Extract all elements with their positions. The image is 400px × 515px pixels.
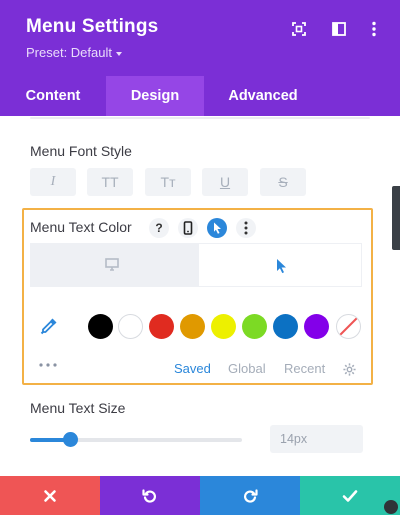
- undo-icon: [142, 488, 156, 503]
- color-swatch-red[interactable]: [149, 314, 174, 339]
- redo-icon: [244, 488, 258, 503]
- resize-corner-icon[interactable]: [384, 500, 398, 514]
- color-swatch-black[interactable]: [88, 314, 113, 339]
- help-icon[interactable]: ?: [149, 218, 169, 238]
- underline-button[interactable]: U: [202, 168, 248, 196]
- text-color-label: Menu Text Color: [30, 219, 132, 235]
- uppercase-icon: TT: [101, 174, 119, 190]
- more-options-icon[interactable]: [236, 218, 256, 238]
- settings-header: Menu Settings Preset: Default: [0, 0, 400, 76]
- italic-icon: I: [50, 174, 56, 189]
- font-style-label: Menu Font Style: [30, 143, 132, 159]
- tab-saved-colors[interactable]: Saved: [174, 361, 211, 376]
- expand-icon[interactable]: [290, 20, 308, 38]
- gear-icon[interactable]: [342, 362, 357, 377]
- color-swatch-blue[interactable]: [273, 314, 298, 339]
- modal-title: Menu Settings: [26, 16, 159, 37]
- preset-dropdown[interactable]: Preset: Default: [26, 45, 122, 60]
- caret-down-icon: [116, 51, 122, 56]
- eyedropper-icon[interactable]: [38, 315, 60, 337]
- mobile-icon[interactable]: [178, 218, 198, 238]
- hover-cursor-icon: [277, 259, 286, 274]
- uppercase-button[interactable]: TT: [87, 168, 133, 196]
- redo-button[interactable]: [200, 476, 300, 515]
- underline-icon: U: [219, 174, 231, 190]
- tab-advanced[interactable]: Advanced: [204, 76, 322, 116]
- text-size-slider[interactable]: [30, 438, 242, 442]
- text-size-input[interactable]: [270, 425, 363, 453]
- hover-cursor-icon[interactable]: [207, 218, 227, 238]
- undo-button[interactable]: [100, 476, 200, 515]
- capitalize-button[interactable]: Tт: [145, 168, 191, 196]
- close-icon: [44, 489, 56, 502]
- tab-global-colors[interactable]: Global: [228, 361, 266, 376]
- tab-content[interactable]: Content: [0, 76, 106, 116]
- tab-bar: Content Design Advanced: [0, 76, 400, 116]
- color-swatch-white[interactable]: [118, 314, 143, 339]
- more-horizontal-icon[interactable]: [38, 362, 58, 368]
- no-color-swatch[interactable]: [336, 314, 361, 339]
- split-view-icon[interactable]: [330, 20, 348, 38]
- color-swatch-purple[interactable]: [304, 314, 329, 339]
- capitalize-icon: Tт: [160, 174, 176, 190]
- strikethrough-icon: S: [278, 174, 288, 190]
- desktop-state-tab[interactable]: [30, 243, 196, 287]
- section-divider: [30, 117, 370, 119]
- slider-handle[interactable]: [62, 432, 78, 447]
- more-vertical-icon[interactable]: [365, 20, 383, 38]
- strikethrough-button[interactable]: S: [260, 168, 306, 196]
- text-size-label: Menu Text Size: [30, 400, 126, 416]
- desktop-icon: [105, 258, 119, 271]
- hover-state-tab[interactable]: [198, 243, 362, 287]
- device-state-tabs: [30, 243, 362, 287]
- color-swatch-yellow[interactable]: [211, 314, 236, 339]
- tab-design[interactable]: Design: [106, 76, 204, 116]
- color-swatch-orange[interactable]: [180, 314, 205, 339]
- italic-button[interactable]: I: [30, 168, 76, 196]
- preset-label: Preset: Default: [26, 45, 112, 60]
- tab-recent-colors[interactable]: Recent: [284, 361, 325, 376]
- sidebar-drag-handle[interactable]: [392, 186, 400, 250]
- check-icon: [342, 489, 358, 502]
- color-swatch-green[interactable]: [242, 314, 267, 339]
- discard-button[interactable]: [0, 476, 100, 515]
